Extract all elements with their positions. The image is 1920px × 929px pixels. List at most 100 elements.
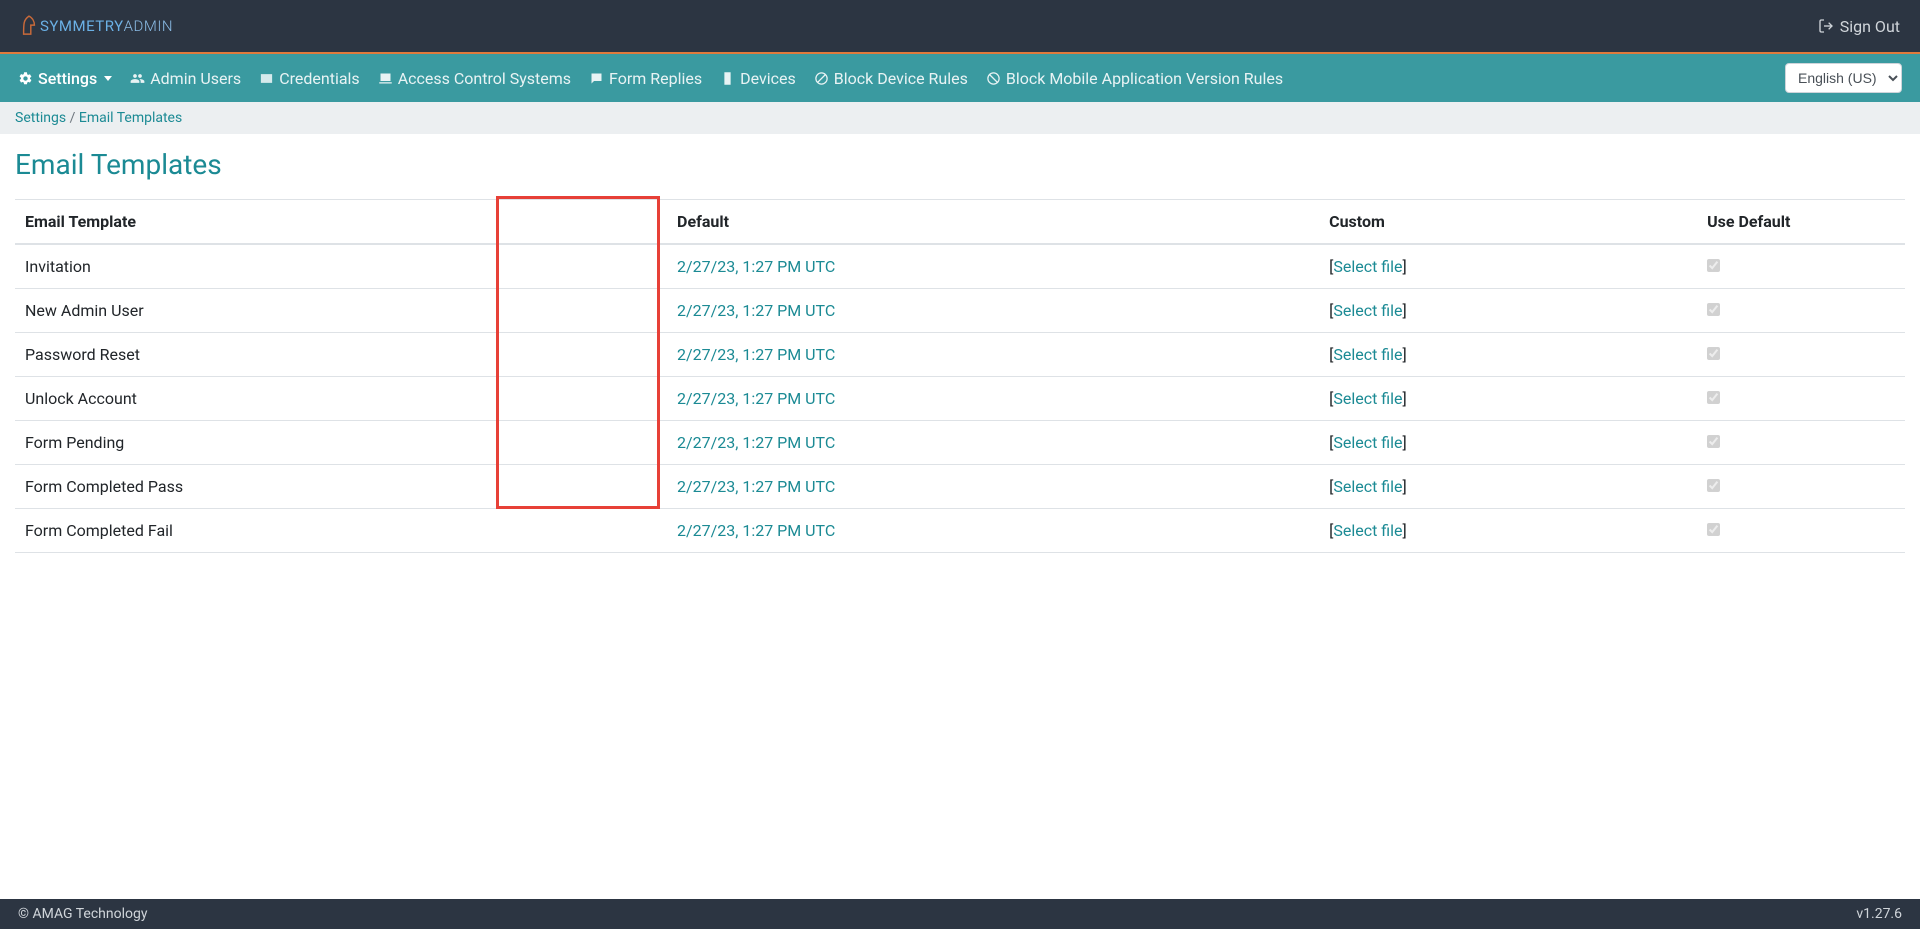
- default-timestamp-link[interactable]: 2/27/23, 1:27 PM UTC: [677, 389, 835, 408]
- cell-default: 2/27/23, 1:27 PM UTC: [667, 333, 1319, 377]
- use-default-checkbox: [1707, 391, 1720, 404]
- use-default-checkbox: [1707, 259, 1720, 272]
- language-select[interactable]: English (US): [1785, 63, 1902, 93]
- comment-icon: [589, 71, 604, 86]
- cell-template-name: Form Pending: [15, 421, 667, 465]
- ban-icon: [814, 71, 829, 86]
- brand-logo-icon: [20, 12, 38, 40]
- nav-admin-users-label: Admin Users: [150, 69, 241, 88]
- breadcrumb-root[interactable]: Settings: [15, 110, 66, 126]
- brand-text-2: ADMIN: [124, 17, 173, 35]
- table-header-row: Email Template Default Custom Use Defaul…: [15, 200, 1905, 245]
- cell-template-name: Invitation: [15, 244, 667, 289]
- th-custom: Custom: [1319, 200, 1697, 245]
- cell-use-default: [1697, 509, 1905, 553]
- footer-copyright: © AMAG Technology: [18, 906, 147, 922]
- nav-form-replies-label: Form Replies: [609, 69, 702, 88]
- mobile-icon: [720, 71, 735, 86]
- nav-block-mobile[interactable]: Block Mobile Application Version Rules: [986, 69, 1283, 88]
- use-default-checkbox: [1707, 347, 1720, 360]
- signout-icon: [1818, 18, 1834, 34]
- table-row: Form Completed Pass 2/27/23, 1:27 PM UTC […: [15, 465, 1905, 509]
- use-default-checkbox: [1707, 523, 1720, 536]
- cell-use-default: [1697, 377, 1905, 421]
- nav-credentials[interactable]: Credentials: [259, 69, 360, 88]
- select-file-link[interactable]: Select file: [1333, 521, 1402, 540]
- cell-custom: [Select file]: [1319, 465, 1697, 509]
- table-row: Form Pending 2/27/23, 1:27 PM UTC [Select …: [15, 421, 1905, 465]
- default-timestamp-link[interactable]: 2/27/23, 1:27 PM UTC: [677, 433, 835, 452]
- cell-custom: [Select file]: [1319, 244, 1697, 289]
- cell-custom: [Select file]: [1319, 289, 1697, 333]
- cell-use-default: [1697, 244, 1905, 289]
- default-timestamp-link[interactable]: 2/27/23, 1:27 PM UTC: [677, 477, 835, 496]
- select-file-link[interactable]: Select file: [1333, 433, 1402, 452]
- signout-button[interactable]: Sign Out: [1818, 17, 1900, 36]
- brand-text-1: SYMMETRY: [40, 17, 124, 35]
- cell-use-default: [1697, 421, 1905, 465]
- breadcrumb-sep: /: [66, 110, 79, 126]
- cell-default: 2/27/23, 1:27 PM UTC: [667, 244, 1319, 289]
- default-timestamp-link[interactable]: 2/27/23, 1:27 PM UTC: [677, 345, 835, 364]
- table-row: New Admin User 2/27/23, 1:27 PM UTC [Selec…: [15, 289, 1905, 333]
- default-timestamp-link[interactable]: 2/27/23, 1:27 PM UTC: [677, 301, 835, 320]
- nav-block-device-label: Block Device Rules: [834, 69, 968, 88]
- th-template: Email Template: [15, 200, 667, 245]
- cell-template-name: Form Completed Pass: [15, 465, 667, 509]
- brand-logo-area[interactable]: SYMMETRYADMIN: [20, 12, 173, 40]
- table-row: Invitation 2/27/23, 1:27 PM UTC [Select fi…: [15, 244, 1905, 289]
- users-icon: [130, 71, 145, 86]
- cell-default: 2/27/23, 1:27 PM UTC: [667, 289, 1319, 333]
- select-file-link[interactable]: Select file: [1333, 389, 1402, 408]
- cell-custom: [Select file]: [1319, 509, 1697, 553]
- select-file-link[interactable]: Select file: [1333, 257, 1402, 276]
- cell-default: 2/27/23, 1:27 PM UTC: [667, 377, 1319, 421]
- nav-block-mobile-label: Block Mobile Application Version Rules: [1006, 69, 1283, 88]
- table-row: Password Reset2/27/23, 1:27 PM UTC[Selec…: [15, 333, 1905, 377]
- select-file-link[interactable]: Select file: [1333, 345, 1402, 364]
- email-templates-table: Email Template Default Custom Use Defaul…: [15, 199, 1905, 553]
- signout-label: Sign Out: [1840, 17, 1900, 36]
- select-file-link[interactable]: Select file: [1333, 477, 1402, 496]
- nav-links: Settings Admin Users Credentials Access …: [18, 69, 1283, 88]
- table-row: Form Completed Fail 2/27/23, 1:27 PM UTC […: [15, 509, 1905, 553]
- cell-use-default: [1697, 465, 1905, 509]
- nav-devices[interactable]: Devices: [720, 69, 796, 88]
- select-file-link[interactable]: Select file: [1333, 301, 1402, 320]
- cell-custom: [Select file]: [1319, 377, 1697, 421]
- monitor-icon: [378, 71, 393, 86]
- main-content: Email Templates Email Template Default C…: [0, 134, 1920, 899]
- no-entry-icon: [986, 71, 1001, 86]
- cell-custom: [Select file]: [1319, 421, 1697, 465]
- th-use-default: Use Default: [1697, 200, 1905, 245]
- page-title: Email Templates: [15, 148, 1905, 181]
- default-timestamp-link[interactable]: 2/27/23, 1:27 PM UTC: [677, 521, 835, 540]
- chevron-down-icon: [104, 76, 112, 81]
- breadcrumb-current[interactable]: Email Templates: [79, 110, 182, 126]
- nav-settings[interactable]: Settings: [18, 69, 112, 88]
- cell-use-default: [1697, 333, 1905, 377]
- nav-settings-label: Settings: [38, 69, 97, 88]
- default-timestamp-link[interactable]: 2/27/23, 1:27 PM UTC: [677, 257, 835, 276]
- footer: © AMAG Technology v1.27.6: [0, 899, 1920, 929]
- nav-admin-users[interactable]: Admin Users: [130, 69, 241, 88]
- footer-version: v1.27.6: [1856, 906, 1902, 922]
- cell-use-default: [1697, 289, 1905, 333]
- nav-devices-label: Devices: [740, 69, 796, 88]
- use-default-checkbox: [1707, 479, 1720, 492]
- nav-bar: Settings Admin Users Credentials Access …: [0, 54, 1920, 102]
- cell-default: 2/27/23, 1:27 PM UTC: [667, 509, 1319, 553]
- use-default-checkbox: [1707, 435, 1720, 448]
- cell-template-name: New Admin User: [15, 289, 667, 333]
- nav-acs[interactable]: Access Control Systems: [378, 69, 571, 88]
- cell-template-name: Unlock Account: [15, 377, 667, 421]
- cell-template-name: Form Completed Fail: [15, 509, 667, 553]
- id-card-icon: [259, 71, 274, 86]
- top-header: SYMMETRYADMIN Sign Out: [0, 0, 1920, 54]
- cell-default: 2/27/23, 1:27 PM UTC: [667, 465, 1319, 509]
- use-default-checkbox: [1707, 303, 1720, 316]
- nav-form-replies[interactable]: Form Replies: [589, 69, 702, 88]
- th-default: Default: [667, 200, 1319, 245]
- nav-block-device[interactable]: Block Device Rules: [814, 69, 968, 88]
- cell-default: 2/27/23, 1:27 PM UTC: [667, 421, 1319, 465]
